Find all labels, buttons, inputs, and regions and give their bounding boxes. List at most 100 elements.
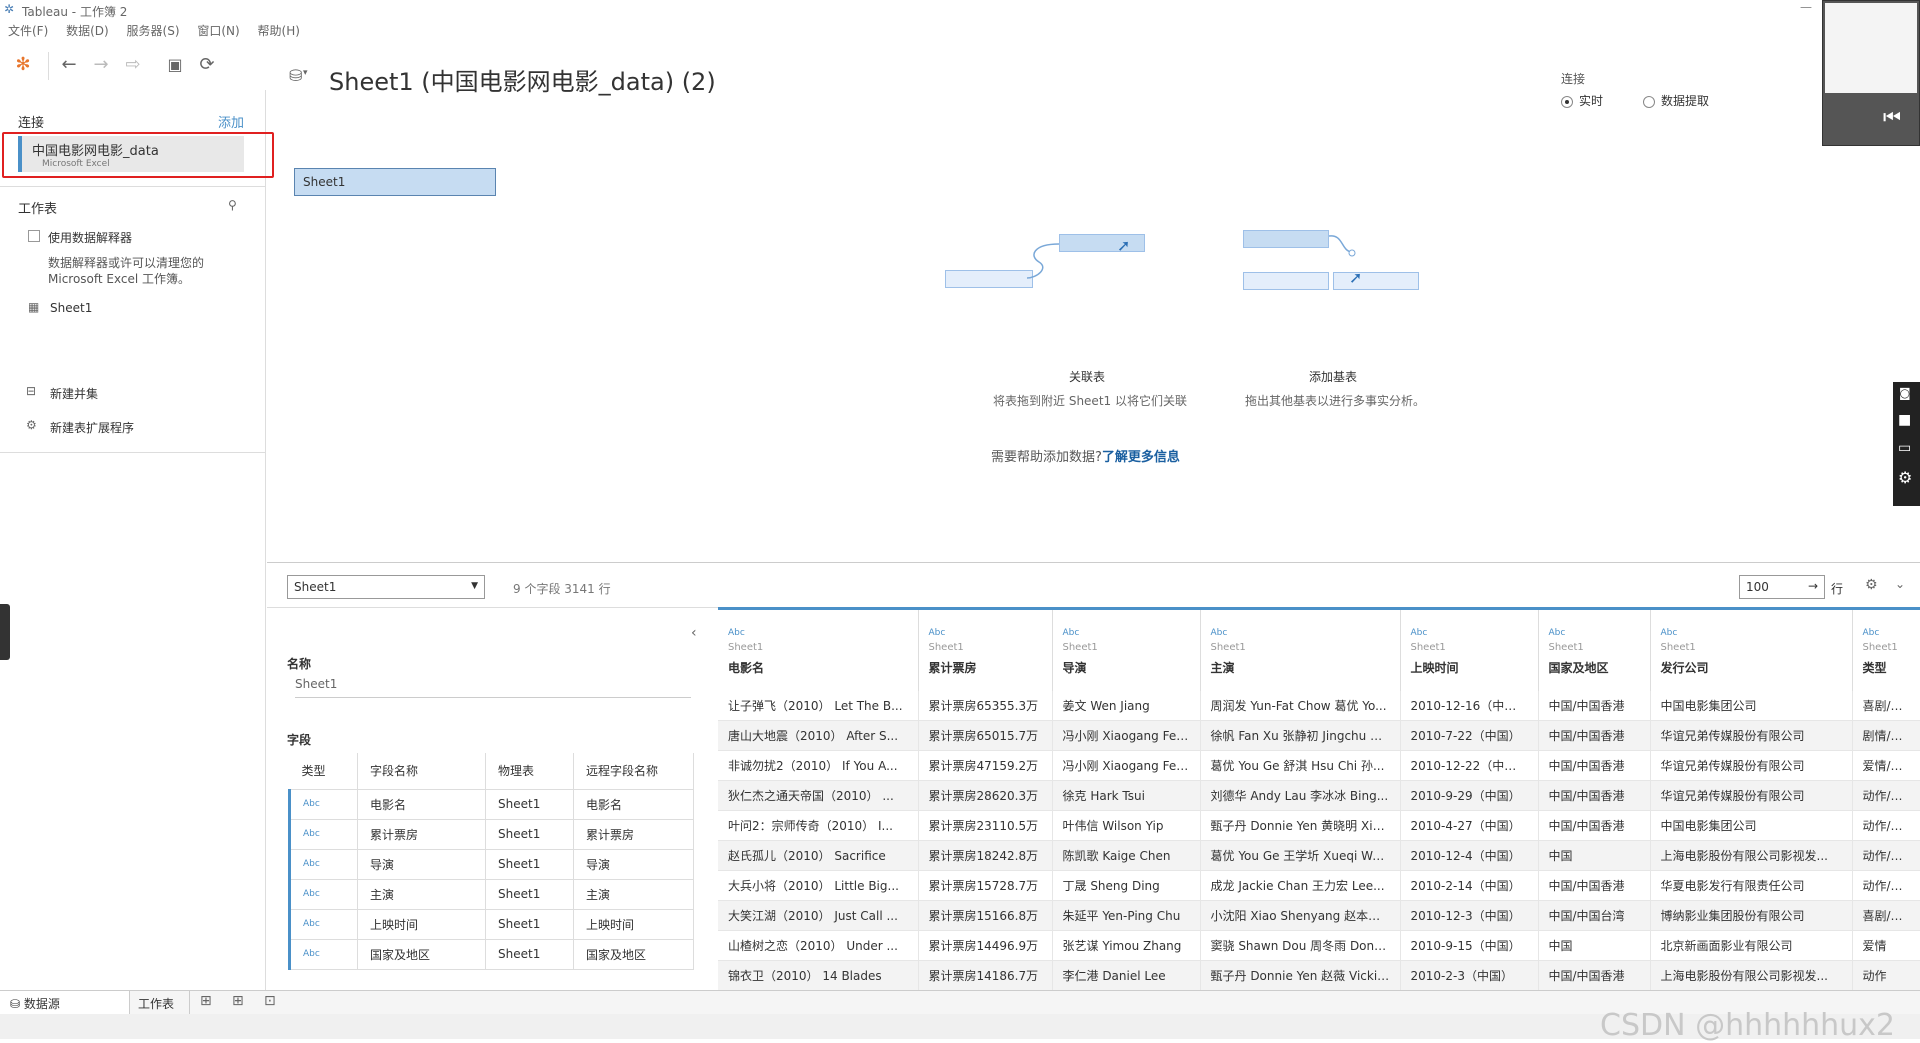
column-header[interactable]: Abc Sheet1 电影名 [718, 607, 919, 691]
edge-handle[interactable] [0, 604, 10, 660]
table-cell: 上海电影股份有限公司影视发... [1650, 960, 1853, 990]
table-row[interactable]: 锦衣卫（2010） 14 Blades 累计票房14186.7万 李仁港 Danie… [718, 960, 1920, 990]
table-cell: 累计票房23110.5万 [918, 810, 1053, 841]
sheet1-table-box[interactable]: Sheet1 [294, 168, 496, 196]
redo-icon[interactable]: ⇨ [122, 54, 144, 76]
rows-input[interactable]: 100 → [1739, 575, 1825, 599]
table-cell: 2010-2-14（中国） [1400, 870, 1539, 901]
skip-back-icon[interactable]: ⏮ [1883, 105, 1901, 129]
column-header[interactable]: Abc Sheet1 累计票房 [918, 607, 1053, 691]
sheet1-item[interactable]: Sheet1 [50, 301, 92, 315]
window-icon[interactable]: ▭ [1898, 440, 1911, 456]
table-row[interactable]: 唐山大地震（2010） After S... 累计票房65015.7万 冯小刚 Xi… [718, 720, 1920, 751]
new-extension-item[interactable]: 新建表扩展程序 [50, 419, 134, 436]
sheet-select[interactable]: Sheet1 ▼ [287, 575, 485, 599]
table-cell: 2010-12-22（中国） [1400, 750, 1539, 781]
column-header[interactable]: Abc Sheet1 国家及地区 [1538, 607, 1651, 691]
table-cell: 中国/中国香港 [1538, 750, 1651, 781]
table-cell: 2010-4-27（中国） [1400, 810, 1539, 841]
string-type-icon[interactable]: Abc [1411, 628, 1528, 638]
table-cell: 上海电影股份有限公司影视发... [1650, 840, 1853, 871]
string-type-icon[interactable]: Abc [1549, 628, 1640, 638]
gear-icon[interactable]: ⚙ [1898, 468, 1912, 487]
sheet-grid-icon: ▦ [28, 300, 40, 314]
field-header-name[interactable]: 字段名称 [357, 753, 486, 790]
column-header[interactable]: Abc Sheet1 发行公司 [1650, 607, 1853, 691]
column-header[interactable]: Abc Sheet1 主演 [1200, 607, 1401, 691]
camera-icon[interactable]: ◙ [1899, 386, 1911, 400]
refresh-icon[interactable]: ⟳ [196, 54, 218, 76]
preview-thumbnail[interactable]: ⏮ [1822, 0, 1920, 146]
tableau-home-icon[interactable]: ✻ [12, 54, 34, 76]
new-dashboard-icon[interactable]: ⊞ [232, 993, 244, 1009]
table-cell: 中国电影集团公司 [1650, 690, 1853, 721]
table-row[interactable]: 叶问2：宗师传奇（2010） I... 累计票房23110.5万 叶伟信 Wilso… [718, 810, 1920, 841]
settings-icon[interactable]: ⚙ [1865, 577, 1878, 593]
back-icon[interactable]: ← [58, 54, 80, 76]
menu-window[interactable]: 窗口(N) [197, 24, 239, 38]
page-title[interactable]: Sheet1 (中国电影网电影_data) (2) [329, 62, 716, 97]
table-cell: 动作/悬疑 [1852, 780, 1920, 811]
base-noodle [1328, 235, 1356, 257]
tab-datasource[interactable]: ⛁ 数据源 [0, 991, 130, 1015]
collapse-panel-icon[interactable]: ‹ [691, 625, 697, 641]
worksheets-heading: 工作表 [18, 202, 58, 217]
table-row[interactable]: 山楂树之恋（2010） Under ... 累计票房14496.9万 张艺谋 Yim… [718, 930, 1920, 961]
column-header[interactable]: Abc Sheet1 导演 [1052, 607, 1201, 691]
new-story-icon[interactable]: ⊡ [264, 993, 276, 1009]
forward-icon[interactable]: → [90, 54, 112, 76]
string-type-icon[interactable]: Abc [1863, 628, 1910, 638]
menu-data[interactable]: 数据(D) [66, 24, 109, 38]
string-type-icon[interactable]: Abc [929, 628, 1042, 638]
table-cell: 让子弹飞（2010） Let The B... [718, 690, 919, 721]
field-row[interactable]: Abc 电影名 Sheet1 电影名 [288, 789, 694, 820]
field-row[interactable]: Abc 导演 Sheet1 导演 [288, 849, 694, 880]
field-header-remote[interactable]: 远程字段名称 [573, 753, 694, 790]
column-name: 类型 [1862, 661, 1887, 675]
table-cell: 2010-12-16（中国） [1400, 690, 1539, 721]
column-header[interactable]: Abc Sheet1 上映时间 [1400, 607, 1539, 691]
menu-server[interactable]: 服务器(S) [127, 24, 180, 38]
table-row[interactable]: 非诚勿扰2（2010） If You A... 累计票房47159.2万 冯小刚 X… [718, 750, 1920, 781]
chevron-down-icon[interactable]: ⌄ [1895, 577, 1905, 591]
column-header[interactable]: Abc Sheet1 类型 [1852, 607, 1920, 691]
field-row[interactable]: Abc 国家及地区 Sheet1 国家及地区 [288, 939, 694, 970]
field-row[interactable]: Abc 上映时间 Sheet1 上映时间 [288, 909, 694, 940]
string-type-icon[interactable]: Abc [1063, 628, 1190, 638]
extract-radio[interactable]: 数据提取 [1643, 92, 1709, 109]
table-row[interactable]: 大兵小将（2010） Little Big... 累计票房15728.7万 丁晟 S… [718, 870, 1920, 901]
table-row[interactable]: 赵氏孤儿（2010） Sacrifice 累计票房18242.8万 陈凯歌 Kaig… [718, 840, 1920, 871]
string-type-icon[interactable]: Abc [728, 628, 908, 638]
menu-bar: 文件(F) 数据(D) 服务器(S) 窗口(N) 帮助(H) [8, 22, 314, 40]
interpreter-checkbox[interactable] [28, 230, 40, 242]
save-icon[interactable]: ▣ [164, 54, 186, 76]
new-worksheet-icon[interactable]: ⊞ [200, 993, 212, 1009]
new-union-item[interactable]: 新建并集 [50, 385, 98, 402]
menu-file[interactable]: 文件(F) [8, 24, 48, 38]
field-header-table[interactable]: 物理表 [485, 753, 574, 790]
add-connection-link[interactable]: 添加 [218, 112, 244, 131]
table-cell: 甄子丹 Donnie Yen 赵薇 Vicki ... [1200, 960, 1401, 990]
string-type-icon[interactable]: Abc [1211, 628, 1390, 638]
learn-more-link[interactable]: 了解更多信息 [1102, 450, 1180, 465]
field-header-type[interactable]: 类型 [289, 753, 358, 790]
field-row[interactable]: Abc 累计票房 Sheet1 累计票房 [288, 819, 694, 850]
tab-sheet1[interactable]: 工作表 1 [130, 991, 190, 1026]
live-radio[interactable]: 实时 [1561, 92, 1603, 109]
string-type-icon[interactable]: Abc [1661, 628, 1842, 638]
minimize-icon[interactable]: — [1800, 0, 1812, 14]
video-icon[interactable]: ■ [1898, 412, 1911, 428]
table-row[interactable]: 大笑江湖（2010） Just Call ... 累计票房15166.8万 朱延平 … [718, 900, 1920, 931]
menu-help[interactable]: 帮助(H) [258, 24, 300, 38]
relate-title: 关联表 [1068, 370, 1105, 384]
thumbnail-image [1825, 3, 1917, 93]
name-value[interactable]: Sheet1 [295, 677, 691, 698]
field-row[interactable]: Abc 主演 Sheet1 主演 [288, 879, 694, 910]
chevron-down-icon[interactable]: ▾ [303, 68, 308, 78]
table-row[interactable]: 让子弹飞（2010） Let The B... 累计票房65355.3万 姜文 We… [718, 690, 1920, 721]
table-cell: 北京新画面影业有限公司 [1650, 930, 1853, 961]
search-icon[interactable]: ⚲ [228, 198, 237, 212]
table-row[interactable]: 狄仁杰之通天帝国（2010） ... 累计票房28620.3万 徐克 Hark Ts… [718, 780, 1920, 811]
arrow-right-icon[interactable]: → [1808, 579, 1818, 593]
table-cell: 山楂树之恋（2010） Under ... [718, 930, 919, 961]
